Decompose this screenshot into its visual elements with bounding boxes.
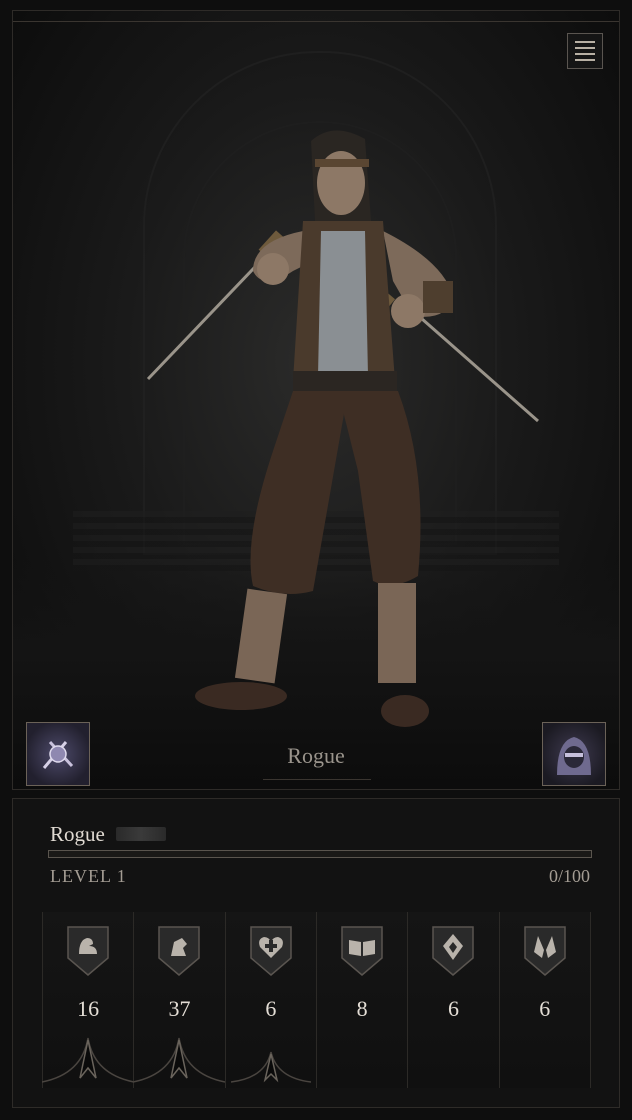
- attribute-value: 6: [265, 996, 277, 1021]
- attribute-intelligence[interactable]: 8: [315, 912, 409, 1088]
- rogue-character-model: [146, 130, 539, 727]
- left-pant-leg: [250, 391, 348, 595]
- experience-counter: 0/100: [548, 866, 590, 886]
- left-boot: [195, 682, 287, 710]
- menu-button[interactable]: [567, 33, 603, 69]
- right-boot: [381, 695, 429, 727]
- cosmetic-portrait-button[interactable]: [542, 722, 606, 786]
- bracer: [423, 281, 453, 313]
- undershirt: [318, 231, 368, 376]
- attribute-constitution[interactable]: 6: [224, 912, 317, 1088]
- dexterity-fist-icon: [158, 926, 201, 976]
- list-menu-icon-line: [575, 59, 595, 61]
- attribute-value: 37: [168, 996, 191, 1021]
- hooded-rogue-cosmetic-icon: [557, 737, 591, 775]
- character-screen: Rogue Rogue LEVEL 1 0/100 16 37 6 8 6 6: [0, 0, 632, 1120]
- headband: [315, 159, 369, 167]
- strength-arm-icon: [67, 926, 109, 976]
- list-menu-icon-line: [575, 47, 595, 49]
- attribute-grid: 16 37 6 8 6 6: [42, 912, 591, 1088]
- level-label: LEVEL 1: [50, 866, 127, 886]
- attribute-value: 6: [539, 996, 551, 1021]
- left-hand: [257, 253, 289, 285]
- redacted-name-suffix: [116, 827, 166, 841]
- experience-bar: [48, 850, 592, 858]
- attribute-value: 16: [77, 996, 100, 1021]
- attribute-faith[interactable]: 6: [498, 912, 591, 1088]
- class-label-ornament: [263, 779, 371, 780]
- class-name-label: Rogue: [287, 743, 345, 768]
- attribute-willpower[interactable]: 6: [407, 912, 500, 1088]
- right-hand: [391, 294, 425, 328]
- right-pant-leg: [338, 391, 421, 585]
- faith-praying-hands-icon: [524, 926, 566, 976]
- willpower-spirit-icon: [432, 926, 475, 976]
- list-menu-icon-line: [575, 53, 595, 55]
- character-name: Rogue: [50, 822, 105, 846]
- attribute-value: 6: [447, 996, 459, 1021]
- attribute-dexterity[interactable]: 37: [133, 912, 226, 1088]
- character-portrait-panel: Rogue: [12, 10, 620, 790]
- attribute-rank-marker: [133, 1037, 226, 1083]
- attribute-rank-marker: [230, 1051, 311, 1083]
- list-menu-icon: [575, 41, 595, 43]
- intelligence-book-icon: [341, 926, 383, 976]
- attribute-rank-marker: [42, 1037, 135, 1083]
- constitution-heart-icon: [250, 926, 292, 976]
- left-shin: [234, 588, 288, 684]
- attribute-strength[interactable]: 16: [42, 912, 135, 1088]
- right-dagger-blade: [412, 309, 539, 423]
- right-shin: [378, 583, 416, 683]
- belt-sash: [293, 371, 397, 391]
- top-ornament: [13, 11, 619, 22]
- attribute-value: 8: [356, 996, 368, 1021]
